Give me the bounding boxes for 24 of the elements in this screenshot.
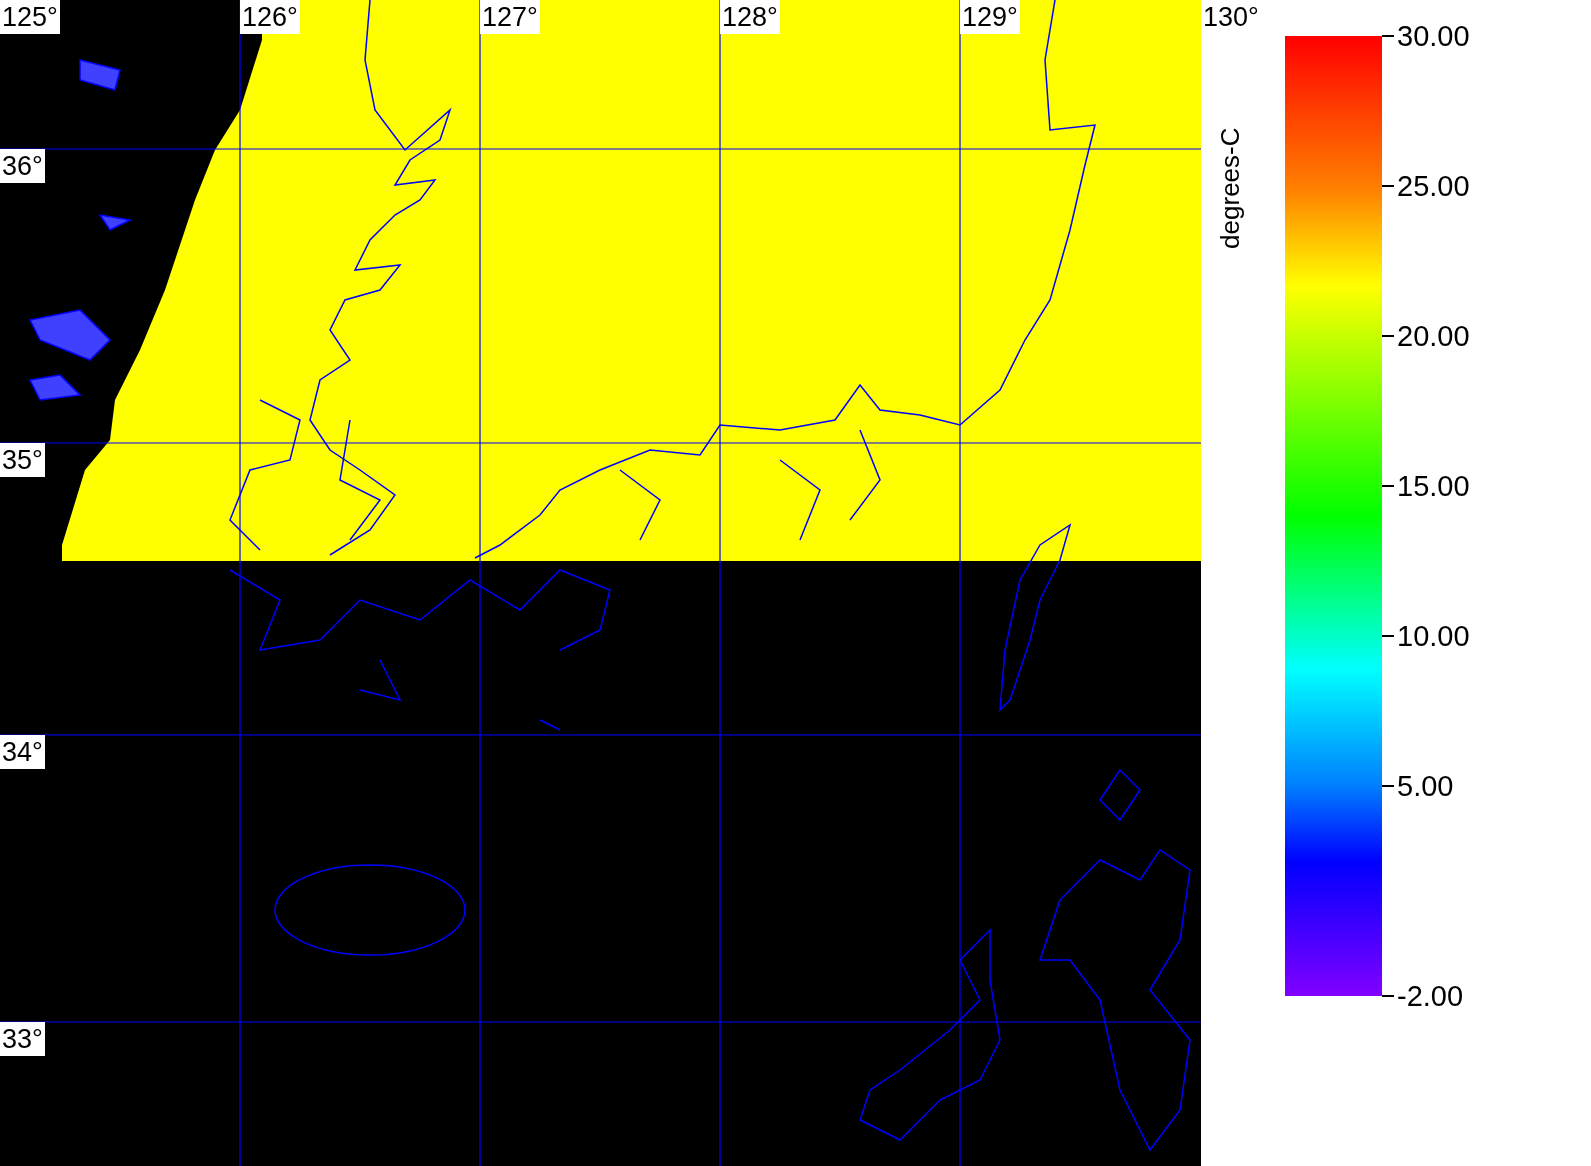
tick-label: 30.00 bbox=[1397, 19, 1470, 53]
tick-mark bbox=[1382, 35, 1394, 37]
tick-mark bbox=[1382, 335, 1394, 337]
tick-mark bbox=[1382, 995, 1394, 997]
latitude-label: 36° bbox=[0, 149, 45, 183]
tick-label: 20.00 bbox=[1397, 319, 1470, 353]
latitude-label: 35° bbox=[0, 443, 45, 477]
longitude-label: 127° bbox=[480, 0, 540, 34]
tick-label: 5.00 bbox=[1397, 769, 1454, 803]
latitude-label: 34° bbox=[0, 735, 45, 769]
tick-label: 25.00 bbox=[1397, 169, 1470, 203]
tick-label: 15.00 bbox=[1397, 469, 1470, 503]
tick-mark bbox=[1382, 185, 1394, 187]
tick-mark bbox=[1382, 785, 1394, 787]
longitude-label: 126° bbox=[240, 0, 300, 34]
longitude-label: 125° bbox=[0, 0, 60, 34]
tick-label: 10.00 bbox=[1397, 619, 1470, 653]
longitude-label: 129° bbox=[960, 0, 1020, 34]
latitude-label: 33° bbox=[0, 1022, 45, 1056]
tick-label: -2.00 bbox=[1397, 979, 1464, 1013]
tick-mark bbox=[1382, 635, 1394, 637]
unit-label: degrees-C bbox=[1215, 127, 1247, 249]
tick-mark bbox=[1382, 485, 1394, 487]
longitude-label: 128° bbox=[720, 0, 780, 34]
